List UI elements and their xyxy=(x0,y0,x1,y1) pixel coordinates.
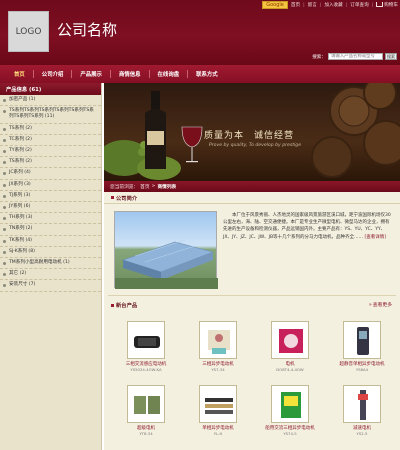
category-item[interactable]: TS系列TS系列TS系列TS系列TS系列TS系列TS系列TS系列 (11) xyxy=(0,106,101,124)
product-grid: 三相交流感应电动机 YS5024-4OW-KA 三相异步电动机 YS7-34 电… xyxy=(110,321,398,449)
hero-banner: 质量为本 诚信经营 Prove by quality, To develop b… xyxy=(104,83,400,181)
product-model: YS74-5 xyxy=(283,431,297,436)
product-image xyxy=(281,392,301,418)
product-image xyxy=(358,390,368,420)
company-intro: 本厂位于风景秀丽、人杰地灵的国家级风景旅游区溪口城，距宁波国际机场仅30公里左右… xyxy=(104,204,400,289)
product-image xyxy=(134,396,160,414)
product-card[interactable]: 超静音单相异步电动机 YS6A4 xyxy=(326,321,398,385)
top-links: Google 首页 | 留言 | 加入收藏 | 订单查询 | 购物车 xyxy=(262,1,398,9)
separator: | xyxy=(345,2,348,8)
nav-item-contact[interactable]: 联系方式 xyxy=(188,70,226,78)
product-model: YT8-34 xyxy=(139,431,153,436)
category-item[interactable]: TJ系列 (3) xyxy=(0,191,101,203)
search-input[interactable] xyxy=(328,53,383,60)
category-item[interactable]: TN系列 (2) xyxy=(0,224,101,236)
search-button[interactable]: 搜索 xyxy=(385,53,397,60)
breadcrumb-home[interactable]: 首页 xyxy=(140,184,149,190)
banner-subtitle: Prove by quality, To develop by prestige xyxy=(209,143,302,148)
nav-item-about[interactable]: 公司介绍 xyxy=(34,70,72,78)
category-item[interactable]: TK系列 (4) xyxy=(0,236,101,247)
product-thumbnail[interactable] xyxy=(271,385,309,423)
product-thumbnail[interactable] xyxy=(271,321,309,359)
product-image xyxy=(279,329,303,353)
products-section-header: 新台产品 查看更多 xyxy=(104,299,400,311)
nav-item-home[interactable]: 首页 xyxy=(6,70,33,78)
top-link-favorite[interactable]: 加入收藏 xyxy=(324,2,342,8)
category-item[interactable]: TY系列 (2) xyxy=(0,146,101,158)
category-item[interactable]: JC系列 (4) xyxy=(0,168,101,180)
category-item[interactable]: 安装尺寸 (7) xyxy=(0,280,101,292)
product-card[interactable]: 三相交流感应电动机 YS5024-4OW-KA xyxy=(110,321,182,385)
product-thumbnail[interactable] xyxy=(127,321,165,359)
product-image xyxy=(134,336,160,348)
nav-item-products[interactable]: 产品展示 xyxy=(72,70,110,78)
search-label: 搜索： xyxy=(312,54,326,60)
product-thumbnail[interactable] xyxy=(343,321,381,359)
company-name: 公司名称 xyxy=(57,21,118,39)
top-link-message[interactable]: 留言 xyxy=(308,2,317,8)
products-title: 新台产品 xyxy=(116,303,138,309)
product-model: YS6A4 xyxy=(355,367,369,372)
category-list: 加密产品 (1) TS系列TS系列TS系列TS系列TS系列TS系列TS系列TS系… xyxy=(0,95,101,292)
breadcrumb: 您当前浏览： 首页 > 商情列表 xyxy=(104,181,400,192)
product-card[interactable]: 船用交流三相异步电动机 YS74-5 xyxy=(254,385,326,449)
product-card[interactable]: 超级电机 YT8-34 xyxy=(110,385,182,449)
intro-title: 公司简介 xyxy=(104,192,400,204)
products-more-link[interactable]: 查看更多 xyxy=(369,301,392,308)
product-model: DO8T4-4-4OW xyxy=(276,367,304,372)
category-item[interactable]: 其它 (2) xyxy=(0,269,101,281)
category-item[interactable]: SJ-K系列 (8) xyxy=(0,247,101,259)
category-item[interactable]: JX系列 (3) xyxy=(0,180,101,191)
category-item[interactable]: TS系列 (2) xyxy=(0,124,101,135)
product-card[interactable]: 减速电机 YS2-5 xyxy=(326,385,398,449)
sidebar: 产品信息 (61) 加密产品 (1) TS系列TS系列TS系列TS系列TS系列T… xyxy=(0,83,102,450)
main-nav: 首页 公司介绍 产品展示 商情信息 在线询盘 联系方式 xyxy=(0,65,400,83)
google-translate-badge[interactable]: Google xyxy=(262,1,288,9)
top-link-orders[interactable]: 订单查询 xyxy=(350,2,368,8)
product-thumbnail[interactable] xyxy=(199,321,237,359)
separator: | xyxy=(303,2,305,8)
product-thumbnail[interactable] xyxy=(343,385,381,423)
section-divider xyxy=(108,295,396,296)
intro-text: 本厂位于风景秀丽、人杰地灵的国家级风景旅游区溪口城，距宁波国际机场仅30公里左右… xyxy=(223,212,393,241)
nav-item-business[interactable]: 商情信息 xyxy=(111,70,149,78)
category-item[interactable]: 加密产品 (1) xyxy=(0,95,101,107)
breadcrumb-prefix: 您当前浏览： xyxy=(110,184,139,190)
banner-slogan: 质量为本 诚信经营 xyxy=(204,131,295,141)
site-header: LOGO 公司名称 Google 首页 | 留言 | 加入收藏 | 订单查询 |… xyxy=(0,0,400,65)
category-item[interactable]: TM系列小型高耐用电动机 (1) xyxy=(0,258,101,270)
product-thumbnail[interactable] xyxy=(199,385,237,423)
product-card[interactable]: 电机 DO8T4-4-4OW xyxy=(254,321,326,385)
breadcrumb-current: 商情列表 xyxy=(157,184,177,190)
breadcrumb-separator: > xyxy=(151,184,156,189)
top-link-home[interactable]: 首页 xyxy=(291,2,300,8)
intro-more-link[interactable]: [查看详情] xyxy=(365,235,387,240)
product-card[interactable]: 单相异步电动机 YL-H xyxy=(182,385,254,449)
factory-image xyxy=(114,211,218,289)
factory-illustration xyxy=(115,239,218,289)
category-item[interactable]: JY系列 (6) xyxy=(0,202,101,214)
main-content: 公司简介 本厂位于风景秀丽、人杰地灵的国家级风景旅游区溪口城，距宁波国际机场仅3… xyxy=(104,192,400,450)
search-bar: 搜索： 搜索 xyxy=(312,53,397,60)
product-image xyxy=(208,330,230,354)
product-thumbnail[interactable] xyxy=(127,385,165,423)
product-image xyxy=(205,398,233,414)
top-link-cart[interactable]: 购物车 xyxy=(376,2,398,8)
product-image xyxy=(357,327,369,355)
product-model: YS7-34 xyxy=(211,367,225,372)
separator: | xyxy=(371,2,374,8)
separator: | xyxy=(319,2,322,8)
category-item[interactable]: TS系列 (2) xyxy=(0,157,101,169)
logo[interactable]: LOGO xyxy=(8,11,49,52)
product-model: YL-H xyxy=(213,431,223,436)
product-model: YS5024-4OW-KA xyxy=(130,367,162,372)
category-item[interactable]: TC系列 (2) xyxy=(0,135,101,147)
sidebar-title: 产品信息 (61) xyxy=(0,83,101,95)
category-item[interactable]: TH系列 (3) xyxy=(0,213,101,225)
nav-item-inquiry[interactable]: 在线询盘 xyxy=(150,70,188,78)
product-model: YS2-5 xyxy=(356,431,368,436)
product-card[interactable]: 三相异步电动机 YS7-34 xyxy=(182,321,254,385)
